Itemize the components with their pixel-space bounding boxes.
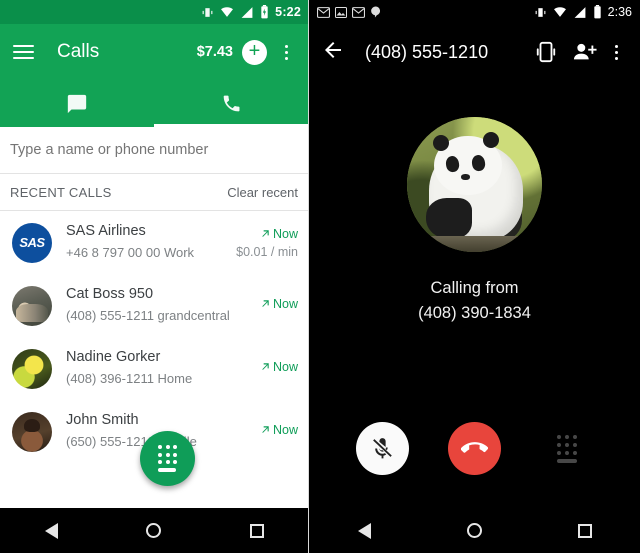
- tab-bar: [0, 80, 308, 127]
- recents-nav-icon[interactable]: [558, 508, 612, 553]
- contact-name: SAS Airlines: [66, 223, 146, 240]
- left-phone-screen: 5:22 Calls $7.43 + RECENT CALLS Clear re…: [0, 0, 309, 553]
- john-photo-avatar: [12, 411, 52, 452]
- call-time: Now: [236, 227, 298, 241]
- right-navigation-bar: [309, 508, 640, 553]
- notification-icons: [317, 6, 528, 18]
- phone-link-icon[interactable]: [535, 41, 557, 63]
- call-status-line1: Calling from: [430, 279, 519, 297]
- left-app-bar: Calls $7.43 +: [0, 24, 308, 80]
- left-navigation-bar: [0, 508, 308, 553]
- table-row[interactable]: Cat Boss 950 (408) 555-1211 grandcentral…: [0, 274, 308, 337]
- outgoing-call-arrow-icon: [262, 300, 269, 307]
- phone-icon: [223, 95, 239, 112]
- dialed-number: (408) 555-1210: [365, 41, 489, 62]
- hangouts-icon: [370, 6, 381, 18]
- cell-signal-icon: [573, 6, 587, 19]
- row-meta: Now: [254, 297, 298, 315]
- outgoing-call-arrow-icon: [262, 426, 269, 433]
- right-status-time: 2:36: [607, 5, 632, 19]
- tab-calls[interactable]: [154, 80, 308, 127]
- back-arrow-icon[interactable]: [321, 38, 349, 67]
- keypad-button[interactable]: [540, 422, 593, 475]
- battery-icon: [593, 5, 602, 19]
- home-nav-icon[interactable]: [447, 508, 501, 553]
- in-call-actions: [309, 422, 640, 475]
- microphone-muted-icon: [373, 438, 392, 459]
- table-row[interactable]: Nadine Gorker (408) 396-1211 Home Now: [0, 337, 308, 400]
- cat-photo-avatar: [12, 285, 52, 326]
- table-row[interactable]: SAS SAS Airlines +46 8 797 00 00 Work No…: [0, 211, 308, 274]
- gmail-icon: [317, 6, 330, 18]
- tab-messages[interactable]: [0, 80, 154, 127]
- credit-balance[interactable]: $7.43: [197, 44, 233, 60]
- contact-name: Nadine Gorker: [66, 349, 161, 366]
- row-meta: Now: [254, 423, 298, 441]
- left-status-time: 5:22: [275, 5, 301, 19]
- outgoing-call-arrow-icon: [262, 363, 269, 370]
- dialpad-icon: [556, 434, 577, 463]
- battery-icon: [260, 5, 269, 19]
- left-status-bar: 5:22: [0, 0, 308, 24]
- add-person-icon[interactable]: [573, 41, 597, 63]
- right-status-bar: 2:36: [309, 0, 640, 24]
- home-nav-icon[interactable]: [127, 508, 181, 553]
- page-title: Calls: [57, 41, 100, 62]
- hangup-phone-icon: [461, 442, 488, 453]
- call-rate: $0.01 / min: [236, 244, 298, 259]
- row-text: Nadine Gorker (408) 396-1211 Home: [66, 348, 254, 388]
- call-time: Now: [260, 423, 298, 437]
- hamburger-menu-icon[interactable]: [10, 37, 40, 67]
- dialpad-icon: [158, 445, 177, 472]
- row-meta: Now $0.01 / min: [230, 227, 298, 259]
- vibrate-icon: [534, 6, 547, 19]
- nadine-photo-avatar: [12, 348, 52, 389]
- avatar-initials: SAS: [19, 235, 45, 250]
- call-status-line2: (408) 390-1834: [418, 303, 531, 322]
- wifi-icon: [220, 6, 234, 19]
- mute-button[interactable]: [356, 422, 409, 475]
- more-vert-icon[interactable]: [604, 44, 628, 60]
- end-call-button[interactable]: [448, 422, 501, 475]
- back-nav-icon[interactable]: [337, 508, 391, 553]
- sas-logo-avatar: SAS: [12, 222, 52, 263]
- recent-calls-header: RECENT CALLS Clear recent: [0, 174, 308, 211]
- recents-nav-icon[interactable]: [230, 508, 284, 553]
- call-time: Now: [260, 360, 298, 374]
- contact-number: +46 8 797 00 00 Work: [66, 244, 195, 260]
- plus-icon[interactable]: +: [242, 39, 267, 65]
- call-status: Calling from (408) 390-1834: [309, 276, 640, 326]
- dialpad-fab[interactable]: [140, 431, 195, 486]
- gmail-icon: [352, 6, 365, 18]
- screenshot-root: 5:22 Calls $7.43 + RECENT CALLS Clear re…: [0, 0, 640, 553]
- right-phone-screen: 2:36 (408) 555-1210 Calling from (408) 3…: [309, 0, 640, 553]
- recent-calls-label: RECENT CALLS: [10, 184, 112, 200]
- cell-signal-icon: [240, 6, 254, 19]
- row-text: Cat Boss 950 (408) 555-1211 grandcentral: [66, 285, 254, 325]
- call-time: Now: [260, 297, 298, 311]
- panda-photo: [407, 117, 542, 252]
- recent-calls-list: SAS SAS Airlines +46 8 797 00 00 Work No…: [0, 211, 308, 463]
- contact-number: (408) 555-1211 grandcentral: [66, 307, 230, 323]
- gallery-icon: [335, 6, 347, 18]
- outgoing-call-arrow-icon: [262, 230, 269, 237]
- row-meta: Now: [254, 360, 298, 378]
- row-text: SAS Airlines +46 8 797 00 00 Work: [66, 222, 230, 262]
- vibrate-icon: [201, 6, 214, 19]
- wifi-icon: [553, 6, 567, 19]
- more-vert-icon[interactable]: [274, 44, 298, 60]
- chat-bubble-icon: [67, 94, 87, 113]
- search-input[interactable]: [10, 142, 298, 158]
- contact-name: John Smith: [66, 412, 139, 429]
- clear-recent-button[interactable]: Clear recent: [227, 185, 298, 200]
- back-nav-icon[interactable]: [24, 508, 78, 553]
- search-row[interactable]: [0, 127, 308, 174]
- contact-name: Cat Boss 950: [66, 286, 154, 303]
- right-app-bar: (408) 555-1210: [309, 24, 640, 80]
- contact-number: (408) 396-1211 Home: [66, 370, 193, 386]
